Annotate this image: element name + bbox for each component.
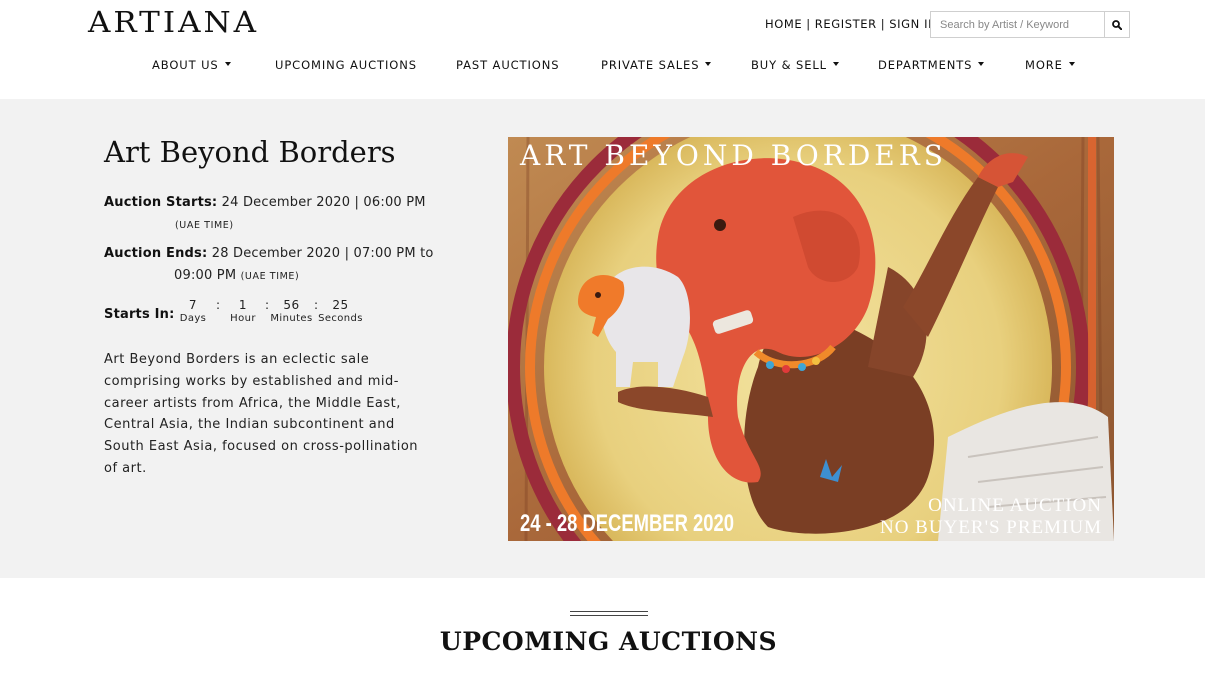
caret-down-icon	[978, 61, 985, 66]
countdown-minutes-value: 56	[283, 298, 300, 312]
top-links: HOME | REGISTER | SIGN IN	[765, 17, 937, 31]
auction-ends: Auction Ends: 28 December 2020 | 07:00 P…	[104, 243, 434, 288]
banner-heading: ART BEYOND BORDERS	[519, 139, 947, 172]
separator: |	[880, 17, 886, 31]
countdown-hours-unit: Hour	[230, 313, 256, 324]
search-input[interactable]	[931, 12, 1106, 37]
nav-more-label: MORE	[1025, 58, 1063, 72]
search-icon	[1112, 19, 1122, 30]
timezone-note: (UAE TIME)	[175, 220, 234, 231]
countdown-hours-value: 1	[238, 298, 248, 312]
register-link[interactable]: REGISTER	[815, 17, 877, 31]
caret-down-icon	[1068, 61, 1075, 66]
auction-ends-value: 28 December 2020 | 07:00 PM to	[211, 246, 434, 261]
search-button[interactable]	[1104, 12, 1129, 37]
auction-starts-label: Auction Starts:	[104, 195, 218, 210]
timezone-note: (UAE TIME)	[240, 271, 300, 282]
nav-buy-sell[interactable]: BUY & SELL	[751, 58, 839, 72]
caret-down-icon	[705, 61, 712, 66]
nav-departments-label: DEPARTMENTS	[878, 58, 973, 72]
countdown-seconds-value: 25	[332, 298, 349, 312]
separator: |	[806, 17, 811, 31]
caret-down-icon	[224, 61, 231, 66]
countdown-minutes-unit: Minutes	[270, 313, 313, 324]
auction-title[interactable]: Art Beyond Borders	[104, 135, 396, 169]
auction-starts: Auction Starts: 24 December 2020 | 06:00…	[104, 192, 434, 237]
auction-ends-value-cont: 09:00 PM	[174, 268, 237, 283]
nav-departments[interactable]: DEPARTMENTS	[878, 58, 985, 72]
nav-past-auctions[interactable]: PAST AUCTIONS	[456, 58, 559, 72]
caret-down-icon	[833, 61, 839, 66]
nav-upcoming-auctions[interactable]: UPCOMING AUCTIONS	[275, 58, 417, 72]
countdown-days-value: 7	[188, 298, 198, 312]
countdown-seconds-unit: Seconds	[318, 313, 363, 324]
auction-starts-value: 24 December 2020 | 06:00 PM	[221, 195, 426, 210]
nav-about-us-label: ABOUT US	[152, 58, 219, 72]
countdown-colon: :	[216, 298, 221, 312]
nav-more[interactable]: MORE	[1025, 58, 1075, 72]
nav-buy-sell-label: BUY & SELL	[751, 58, 827, 72]
artiana-logo[interactable]: ARTIANA	[88, 6, 259, 39]
nav-private-sales-label: PRIVATE SALES	[601, 58, 700, 72]
section-divider	[570, 611, 648, 616]
auction-description: Art Beyond Borders is an eclectic sale c…	[104, 352, 419, 476]
upcoming-auctions-heading: UPCOMING AUCTIONS	[439, 627, 778, 656]
nav-private-sales[interactable]: PRIVATE SALES	[601, 58, 712, 72]
main-nav: ABOUT US UPCOMING AUCTIONS PAST AUCTIONS…	[0, 58, 1205, 78]
countdown-label: Starts In:	[104, 307, 175, 322]
banner-no-premium: NO BUYER'S PREMIUM	[880, 517, 1102, 538]
nav-about-us[interactable]: ABOUT US	[152, 58, 231, 72]
banner-dates: 24 - 28 DECEMBER 2020	[520, 510, 734, 537]
countdown-hours: 1 Hour	[228, 298, 258, 324]
auction-ends-label: Auction Ends:	[104, 246, 208, 261]
nav-upcoming-auctions-label: UPCOMING AUCTIONS	[275, 58, 417, 72]
home-link[interactable]: HOME	[765, 17, 802, 31]
featured-auction: Art Beyond Borders Auction Starts: 24 De…	[0, 99, 1205, 578]
auction-banner-image[interactable]: ART BEYOND BORDERS 24 - 28 DECEMBER 2020…	[508, 137, 1114, 541]
nav-past-auctions-label: PAST AUCTIONS	[456, 58, 560, 72]
countdown-minutes: 56 Minutes	[269, 298, 314, 324]
countdown-days: 7 Days	[178, 298, 208, 324]
site-header: ARTIANA HOME|REGISTER|SIGN IN ABOUT US U…	[0, 0, 1205, 99]
search-box	[930, 11, 1130, 38]
ganesha-painting-artwork: ART BEYOND BORDERS 24 - 28 DECEMBER 2020…	[508, 137, 1114, 541]
countdown-days-unit: Days	[179, 313, 207, 324]
countdown-seconds: 25 Seconds	[317, 298, 364, 324]
banner-online-auction: ONLINE AUCTION	[928, 495, 1102, 516]
